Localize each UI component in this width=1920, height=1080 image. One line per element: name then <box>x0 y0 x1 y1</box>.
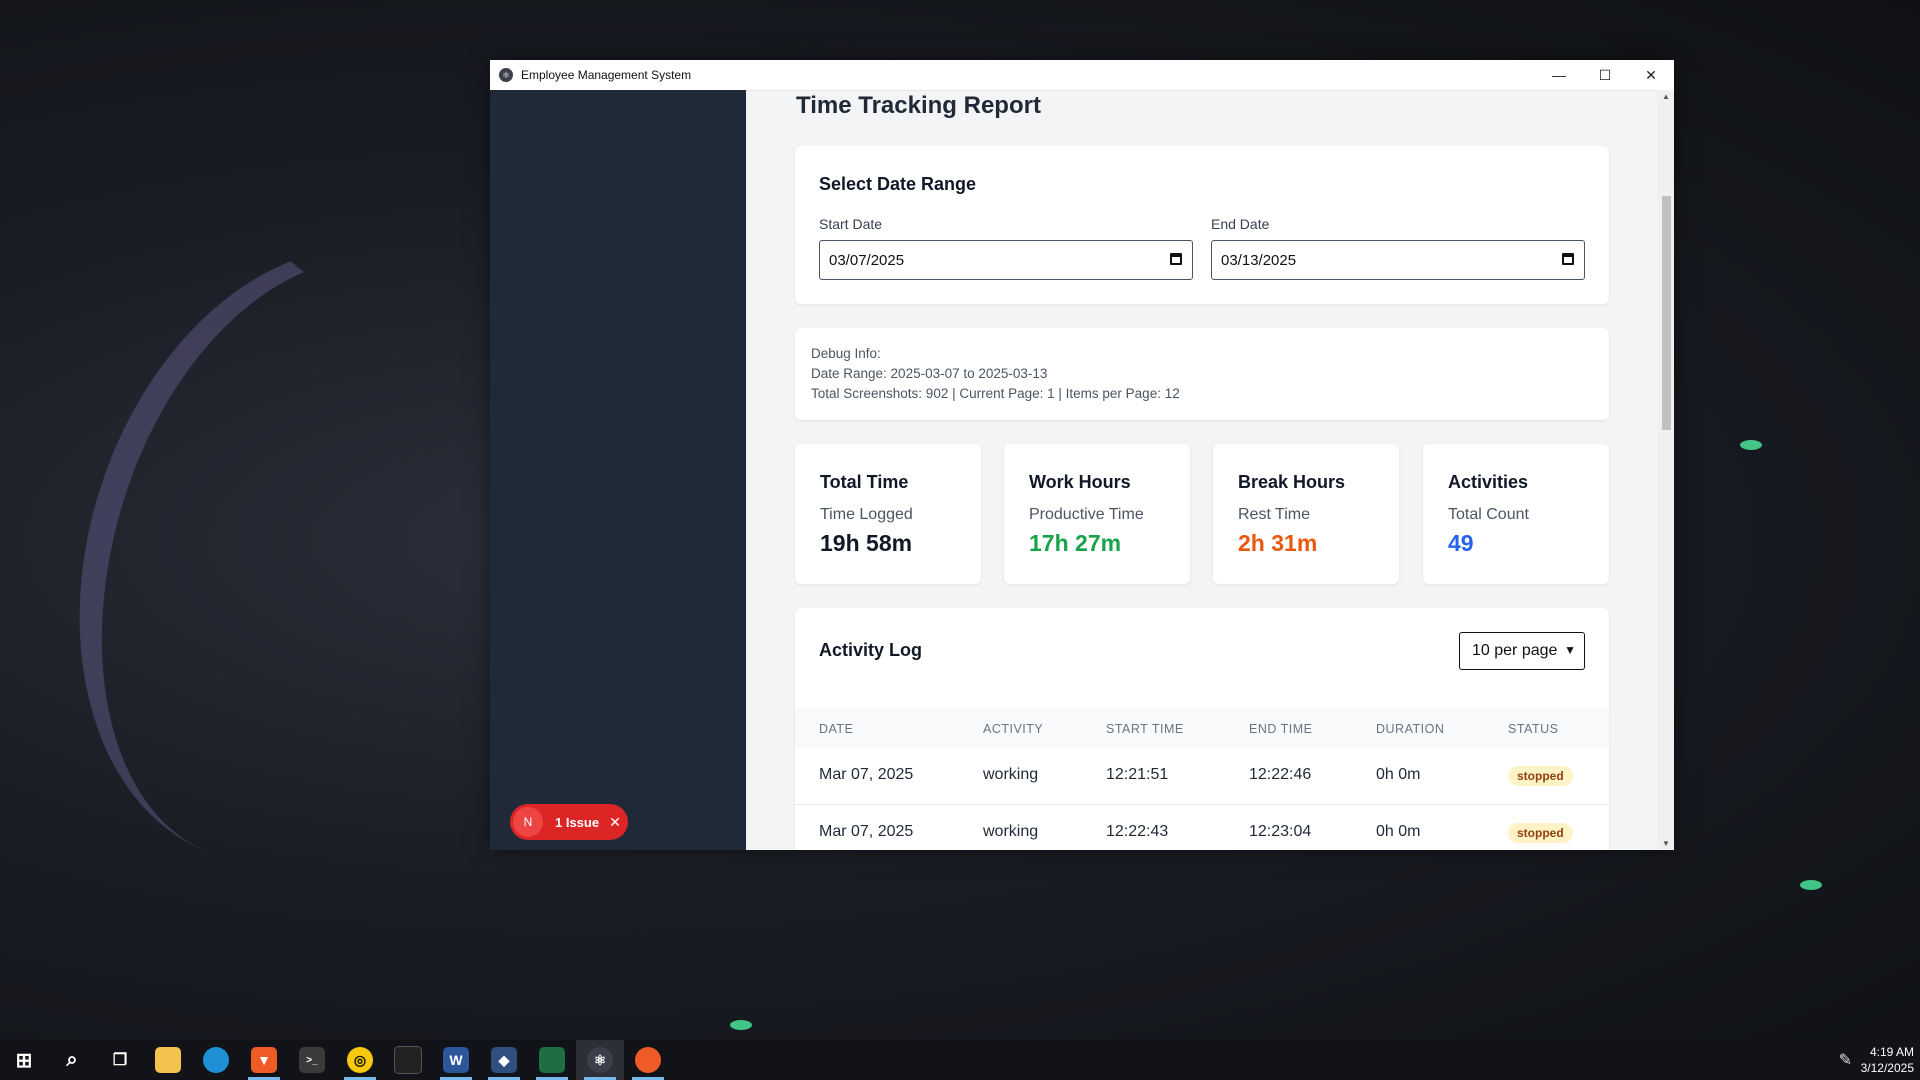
status-badge: stopped <box>1508 823 1573 843</box>
stat-subtitle: Time Logged <box>820 506 913 523</box>
cell-date: Mar 07, 2025 <box>819 823 914 840</box>
title-bar[interactable]: ⚛ Employee Management System — ☐ ✕ <box>490 60 1674 91</box>
vscode-icon[interactable]: ◆ <box>480 1040 528 1080</box>
close-button[interactable]: ✕ <box>1628 60 1674 90</box>
cursor-icon[interactable] <box>384 1040 432 1080</box>
column-header-date: DATE <box>819 722 854 736</box>
table-header: DATE ACTIVITY START TIME END TIME DURATI… <box>795 708 1609 748</box>
activity-log-card: Activity Log 10 per page ▼ DATE ACTIVITY… <box>795 608 1609 850</box>
electron-app-icon: ⚛ <box>499 68 513 82</box>
start-date-label: Start Date <box>819 216 883 232</box>
electron-icon[interactable]: ⚛ <box>576 1040 624 1080</box>
cell-activity: working <box>983 766 1039 783</box>
stat-subtitle: Productive Time <box>1029 506 1144 523</box>
wallpaper-glow <box>1800 880 1822 890</box>
file-explorer-icon[interactable] <box>144 1040 192 1080</box>
stat-subtitle: Total Count <box>1448 506 1529 523</box>
stat-value: 49 <box>1448 530 1474 556</box>
cell-duration: 0h 0m <box>1376 766 1421 783</box>
search-icon[interactable]: ⌕ <box>48 1040 96 1080</box>
cell-end-time: 12:23:04 <box>1249 823 1312 840</box>
stat-title: Activities <box>1448 472 1529 492</box>
stat-card-total-time: Total Time Time Logged 19h 58m <box>795 444 981 584</box>
column-header-status: STATUS <box>1508 722 1559 736</box>
calendar-icon[interactable] <box>1170 253 1182 265</box>
wallpaper-glow <box>730 1020 752 1030</box>
stat-value: 17h 27m <box>1029 530 1122 556</box>
wallpaper-glow <box>1740 440 1762 450</box>
start-date-value: 03/07/2025 <box>829 251 905 269</box>
task-view-icon[interactable]: ❐ <box>96 1040 144 1080</box>
start-date-input[interactable]: 03/07/2025 <box>819 240 1193 280</box>
maximize-button[interactable]: ☐ <box>1582 60 1628 90</box>
minimize-button[interactable]: — <box>1536 60 1582 90</box>
vertical-scrollbar[interactable]: ▲ ▼ <box>1658 90 1674 850</box>
stat-value: 2h 31m <box>1238 530 1318 556</box>
taskbar: ⊞ ⌕ ❐ ▼ >_ ◎ W ◆ ⚛ ✎ 4:19 AM 3/12/2025 <box>0 1040 1920 1080</box>
debug-info-card: Debug Info: Date Range: 2025-03-07 to 20… <box>795 328 1609 420</box>
clock-time: 4:19 AM <box>1869 1045 1914 1059</box>
next-logo-icon: N <box>513 807 543 837</box>
cell-end-time: 12:22:46 <box>1249 766 1312 783</box>
debug-title: Debug Info: <box>811 346 881 361</box>
date-range-card: Select Date Range Start Date 03/07/2025 … <box>795 146 1609 304</box>
status-badge: stopped <box>1508 766 1573 786</box>
debug-date-range: Date Range: 2025-03-07 to 2025-03-13 <box>811 366 1048 381</box>
end-date-input[interactable]: 03/13/2025 <box>1211 240 1585 280</box>
postman-icon[interactable] <box>624 1040 672 1080</box>
windows-icon[interactable]: ⊞ <box>0 1040 48 1080</box>
brave-icon[interactable]: ▼ <box>240 1040 288 1080</box>
terminal-icon[interactable]: >_ <box>288 1040 336 1080</box>
cell-date: Mar 07, 2025 <box>819 766 914 783</box>
end-date-label: End Date <box>1211 216 1270 232</box>
stat-title: Break Hours <box>1238 472 1346 492</box>
main-content: Time Tracking Report Select Date Range S… <box>746 90 1658 850</box>
stat-title: Total Time <box>820 472 909 492</box>
cell-start-time: 12:21:51 <box>1106 766 1169 783</box>
app-icon[interactable]: ◎ <box>336 1040 384 1080</box>
scroll-up-icon[interactable]: ▲ <box>1658 92 1674 101</box>
stat-subtitle: Rest Time <box>1238 506 1311 523</box>
calendar-icon[interactable] <box>1562 253 1574 265</box>
edge-icon[interactable] <box>192 1040 240 1080</box>
system-clock[interactable]: 4:19 AM 3/12/2025 <box>1861 1044 1914 1076</box>
scroll-down-icon[interactable]: ▼ <box>1658 839 1674 848</box>
window-title: Employee Management System <box>521 68 692 82</box>
column-header-start-time: START TIME <box>1106 722 1184 736</box>
column-header-end-time: END TIME <box>1249 722 1313 736</box>
stat-value: 19h 58m <box>820 530 913 556</box>
debug-totals: Total Screenshots: 902 | Current Page: 1… <box>811 386 1180 401</box>
issue-badge[interactable]: N 1 Issue ✕ <box>510 804 628 840</box>
table-row: Mar 07, 2025 working 12:22:43 12:23:04 0… <box>795 805 1609 850</box>
excel-icon[interactable] <box>528 1040 576 1080</box>
word-icon[interactable]: W <box>432 1040 480 1080</box>
page-title: Time Tracking Report <box>796 92 1041 119</box>
end-date-value: 03/13/2025 <box>1221 251 1297 269</box>
per-page-select[interactable]: 10 per page ▼ <box>1459 632 1585 670</box>
date-range-heading: Select Date Range <box>819 174 977 194</box>
per-page-value: 10 per page <box>1472 642 1558 659</box>
stat-card-break-hours: Break Hours Rest Time 2h 31m <box>1213 444 1399 584</box>
activity-log-heading: Activity Log <box>819 640 923 660</box>
issue-count-label: 1 Issue <box>555 814 600 830</box>
stat-card-work-hours: Work Hours Productive Time 17h 27m <box>1004 444 1190 584</box>
stat-card-activities: Activities Total Count 49 <box>1423 444 1609 584</box>
clock-date: 3/12/2025 <box>1860 1061 1914 1075</box>
cell-duration: 0h 0m <box>1376 823 1421 840</box>
column-header-activity: ACTIVITY <box>983 722 1044 736</box>
app-window: ⚛ Employee Management System — ☐ ✕ N 1 I… <box>490 60 1674 850</box>
cell-activity: working <box>983 823 1039 840</box>
scrollbar-thumb[interactable] <box>1662 196 1671 430</box>
close-icon[interactable]: ✕ <box>609 814 621 831</box>
chevron-down-icon: ▼ <box>1564 643 1576 657</box>
cell-start-time: 12:22:43 <box>1106 823 1169 840</box>
column-header-duration: DURATION <box>1376 722 1445 736</box>
sidebar: N 1 Issue ✕ <box>490 90 746 850</box>
stat-title: Work Hours <box>1029 472 1131 492</box>
pen-icon[interactable]: ✎ <box>1839 1050 1852 1070</box>
table-row: Mar 07, 2025 working 12:21:51 12:22:46 0… <box>795 748 1609 805</box>
